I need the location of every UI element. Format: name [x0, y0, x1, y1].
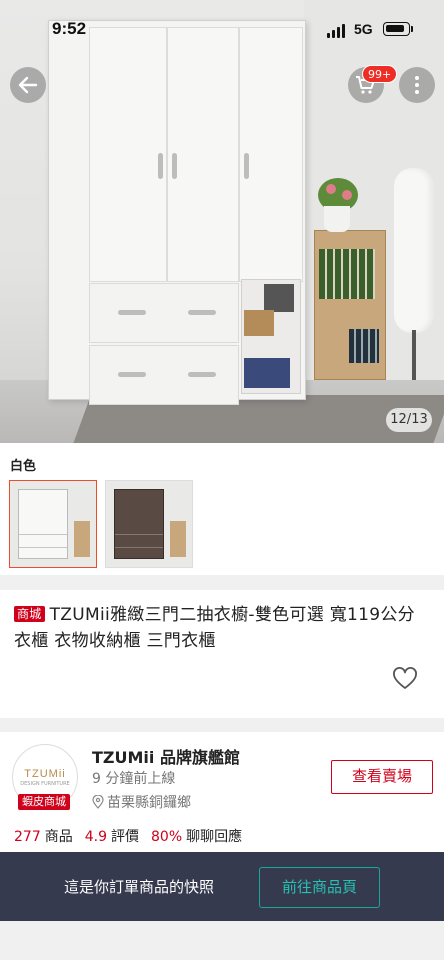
shop-mall-tag: 蝦皮商城	[18, 794, 70, 810]
shop-location: 苗栗縣銅鑼鄉	[92, 792, 191, 812]
wardrobe-drawer	[89, 345, 239, 405]
snapshot-bar: 這是你訂單商品的快照 前往商品頁	[0, 852, 444, 921]
wardrobe-open-shelf	[241, 279, 301, 394]
product-title-text: TZUMii雅緻三門二抽衣櫥-雙色可選 寬119公分 衣櫃 衣物收納櫃 三門衣櫃	[14, 605, 415, 651]
product-title: 商城 TZUMii雅緻三門二抽衣櫥-雙色可選 寬119公分 衣櫃 衣物收納櫃 三門…	[14, 602, 434, 654]
variation-thumb-white[interactable]	[9, 480, 97, 568]
product-title-section: 商城 TZUMii雅緻三門二抽衣櫥-雙色可選 寬119公分 衣櫃 衣物收納櫃 三門…	[0, 590, 444, 718]
variation-section: 白色	[0, 443, 444, 575]
wardrobe-drawer	[89, 283, 239, 343]
mall-badge: 商城	[14, 606, 45, 622]
back-button[interactable]	[10, 67, 46, 103]
shop-name[interactable]: TZUMii 品牌旗艦館	[92, 744, 240, 768]
cart-badge: 99+	[362, 65, 398, 83]
more-vertical-icon	[415, 76, 419, 94]
snapshot-text: 這是你訂單商品的快照	[64, 878, 215, 896]
shop-logo-text: TZUMii	[24, 767, 66, 780]
wardrobe-door	[167, 27, 239, 282]
stat-products: 277 商品	[14, 829, 73, 845]
plant-pot	[324, 206, 350, 232]
variation-label: 白色	[10, 459, 37, 474]
goto-product-button[interactable]: 前往商品頁	[259, 867, 380, 908]
shop-section: TZUMii DESIGN FURNITURE 蝦皮商城 TZUMii 品牌旗艦…	[0, 732, 444, 852]
status-bar: 9:52 5G	[0, 0, 444, 54]
shop-stats: 277 商品 4.9 評價 80% 聊聊回應	[14, 826, 254, 846]
shop-logo-subtext: DESIGN FURNITURE	[20, 780, 70, 787]
shop-online-status: 9 分鐘前上線	[92, 771, 176, 787]
arrow-left-icon	[18, 76, 38, 94]
battery-icon	[383, 22, 410, 36]
heart-icon[interactable]	[392, 666, 418, 692]
floor-lamp	[394, 168, 434, 333]
bottom-spacer	[0, 921, 444, 960]
more-button[interactable]	[399, 67, 435, 103]
shop-location-text: 苗栗縣銅鑼鄉	[107, 795, 191, 811]
signal-icon	[327, 24, 345, 38]
wardrobe	[48, 20, 306, 405]
location-pin-icon	[92, 795, 104, 809]
side-shelf	[314, 230, 386, 380]
stat-rating: 4.9 評價	[84, 829, 139, 845]
wardrobe-door	[239, 27, 303, 282]
wardrobe-door	[89, 27, 167, 282]
variation-thumb-dark[interactable]	[105, 480, 193, 568]
network-label: 5G	[354, 21, 373, 37]
image-counter: 12/13	[386, 408, 432, 432]
status-time: 9:52	[52, 19, 87, 38]
stat-chat-response: 80% 聊聊回應	[151, 829, 243, 845]
view-shop-button[interactable]: 查看賣場	[331, 760, 433, 794]
